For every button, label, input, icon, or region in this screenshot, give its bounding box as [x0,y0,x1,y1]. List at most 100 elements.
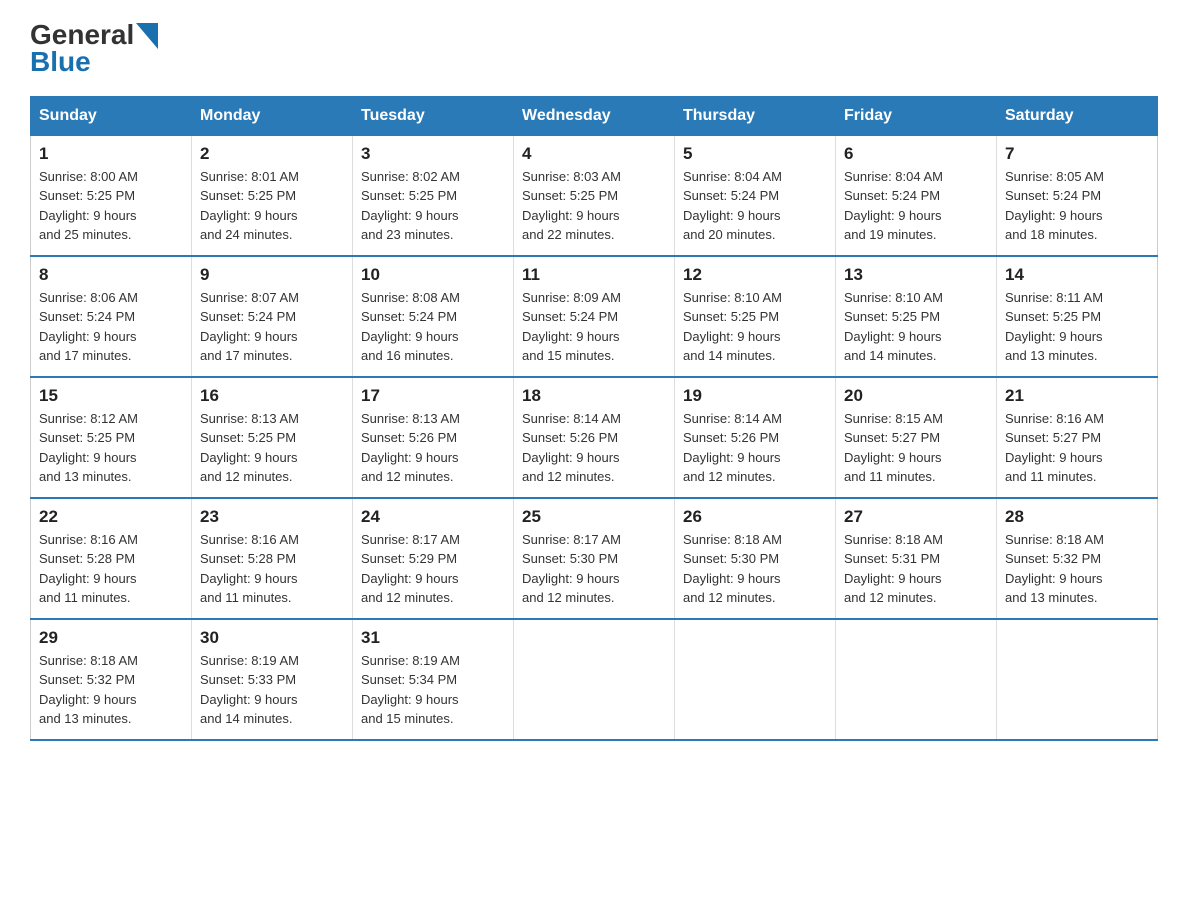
day-number: 28 [1005,507,1149,527]
calendar-cell: 26 Sunrise: 8:18 AMSunset: 5:30 PMDaylig… [675,498,836,619]
day-number: 1 [39,144,183,164]
calendar-cell: 17 Sunrise: 8:13 AMSunset: 5:26 PMDaylig… [353,377,514,498]
logo-triangle-icon [136,23,158,49]
calendar-cell: 16 Sunrise: 8:13 AMSunset: 5:25 PMDaylig… [192,377,353,498]
calendar-cell: 11 Sunrise: 8:09 AMSunset: 5:24 PMDaylig… [514,256,675,377]
calendar-cell: 8 Sunrise: 8:06 AMSunset: 5:24 PMDayligh… [31,256,192,377]
day-number: 27 [844,507,988,527]
day-info: Sunrise: 8:14 AMSunset: 5:26 PMDaylight:… [522,411,621,485]
calendar-cell: 2 Sunrise: 8:01 AMSunset: 5:25 PMDayligh… [192,135,353,256]
day-info: Sunrise: 8:01 AMSunset: 5:25 PMDaylight:… [200,169,299,243]
day-number: 23 [200,507,344,527]
header-sunday: Sunday [31,96,192,135]
day-info: Sunrise: 8:18 AMSunset: 5:32 PMDaylight:… [1005,532,1104,606]
day-number: 17 [361,386,505,406]
logo: General Blue [30,20,158,78]
header-tuesday: Tuesday [353,96,514,135]
calendar-cell: 24 Sunrise: 8:17 AMSunset: 5:29 PMDaylig… [353,498,514,619]
day-number: 25 [522,507,666,527]
calendar-cell: 19 Sunrise: 8:14 AMSunset: 5:26 PMDaylig… [675,377,836,498]
day-number: 8 [39,265,183,285]
calendar-cell: 25 Sunrise: 8:17 AMSunset: 5:30 PMDaylig… [514,498,675,619]
logo-blue-text: Blue [30,47,158,78]
day-info: Sunrise: 8:19 AMSunset: 5:33 PMDaylight:… [200,653,299,727]
day-info: Sunrise: 8:03 AMSunset: 5:25 PMDaylight:… [522,169,621,243]
day-info: Sunrise: 8:18 AMSunset: 5:30 PMDaylight:… [683,532,782,606]
day-number: 13 [844,265,988,285]
day-info: Sunrise: 8:10 AMSunset: 5:25 PMDaylight:… [844,290,943,364]
week-row-5: 29 Sunrise: 8:18 AMSunset: 5:32 PMDaylig… [31,619,1158,740]
day-info: Sunrise: 8:08 AMSunset: 5:24 PMDaylight:… [361,290,460,364]
day-number: 4 [522,144,666,164]
day-info: Sunrise: 8:16 AMSunset: 5:28 PMDaylight:… [39,532,138,606]
day-info: Sunrise: 8:17 AMSunset: 5:29 PMDaylight:… [361,532,460,606]
day-number: 22 [39,507,183,527]
day-info: Sunrise: 8:18 AMSunset: 5:31 PMDaylight:… [844,532,943,606]
calendar-cell: 20 Sunrise: 8:15 AMSunset: 5:27 PMDaylig… [836,377,997,498]
calendar-cell: 29 Sunrise: 8:18 AMSunset: 5:32 PMDaylig… [31,619,192,740]
day-number: 18 [522,386,666,406]
day-number: 26 [683,507,827,527]
day-number: 12 [683,265,827,285]
calendar-table: SundayMondayTuesdayWednesdayThursdayFrid… [30,96,1158,741]
calendar-cell: 30 Sunrise: 8:19 AMSunset: 5:33 PMDaylig… [192,619,353,740]
calendar-cell: 6 Sunrise: 8:04 AMSunset: 5:24 PMDayligh… [836,135,997,256]
header-saturday: Saturday [997,96,1158,135]
day-number: 9 [200,265,344,285]
day-number: 3 [361,144,505,164]
day-info: Sunrise: 8:12 AMSunset: 5:25 PMDaylight:… [39,411,138,485]
day-number: 11 [522,265,666,285]
day-number: 29 [39,628,183,648]
day-info: Sunrise: 8:10 AMSunset: 5:25 PMDaylight:… [683,290,782,364]
week-row-2: 8 Sunrise: 8:06 AMSunset: 5:24 PMDayligh… [31,256,1158,377]
day-number: 14 [1005,265,1149,285]
day-info: Sunrise: 8:14 AMSunset: 5:26 PMDaylight:… [683,411,782,485]
day-info: Sunrise: 8:09 AMSunset: 5:24 PMDaylight:… [522,290,621,364]
day-number: 19 [683,386,827,406]
day-info: Sunrise: 8:15 AMSunset: 5:27 PMDaylight:… [844,411,943,485]
day-info: Sunrise: 8:04 AMSunset: 5:24 PMDaylight:… [844,169,943,243]
calendar-cell: 28 Sunrise: 8:18 AMSunset: 5:32 PMDaylig… [997,498,1158,619]
day-number: 31 [361,628,505,648]
day-number: 15 [39,386,183,406]
calendar-cell: 14 Sunrise: 8:11 AMSunset: 5:25 PMDaylig… [997,256,1158,377]
day-info: Sunrise: 8:11 AMSunset: 5:25 PMDaylight:… [1005,290,1103,364]
calendar-cell [836,619,997,740]
calendar-cell [675,619,836,740]
calendar-cell: 9 Sunrise: 8:07 AMSunset: 5:24 PMDayligh… [192,256,353,377]
calendar-cell [997,619,1158,740]
calendar-cell: 13 Sunrise: 8:10 AMSunset: 5:25 PMDaylig… [836,256,997,377]
calendar-cell: 3 Sunrise: 8:02 AMSunset: 5:25 PMDayligh… [353,135,514,256]
week-row-1: 1 Sunrise: 8:00 AMSunset: 5:25 PMDayligh… [31,135,1158,256]
calendar-cell: 7 Sunrise: 8:05 AMSunset: 5:24 PMDayligh… [997,135,1158,256]
calendar-cell: 1 Sunrise: 8:00 AMSunset: 5:25 PMDayligh… [31,135,192,256]
calendar-cell: 21 Sunrise: 8:16 AMSunset: 5:27 PMDaylig… [997,377,1158,498]
header-wednesday: Wednesday [514,96,675,135]
day-info: Sunrise: 8:13 AMSunset: 5:25 PMDaylight:… [200,411,299,485]
calendar-cell: 31 Sunrise: 8:19 AMSunset: 5:34 PMDaylig… [353,619,514,740]
day-number: 10 [361,265,505,285]
day-info: Sunrise: 8:16 AMSunset: 5:27 PMDaylight:… [1005,411,1104,485]
header-friday: Friday [836,96,997,135]
day-info: Sunrise: 8:17 AMSunset: 5:30 PMDaylight:… [522,532,621,606]
day-number: 7 [1005,144,1149,164]
day-info: Sunrise: 8:19 AMSunset: 5:34 PMDaylight:… [361,653,460,727]
week-row-4: 22 Sunrise: 8:16 AMSunset: 5:28 PMDaylig… [31,498,1158,619]
calendar-cell: 4 Sunrise: 8:03 AMSunset: 5:25 PMDayligh… [514,135,675,256]
day-number: 2 [200,144,344,164]
calendar-cell: 23 Sunrise: 8:16 AMSunset: 5:28 PMDaylig… [192,498,353,619]
calendar-cell: 27 Sunrise: 8:18 AMSunset: 5:31 PMDaylig… [836,498,997,619]
day-info: Sunrise: 8:18 AMSunset: 5:32 PMDaylight:… [39,653,138,727]
day-info: Sunrise: 8:04 AMSunset: 5:24 PMDaylight:… [683,169,782,243]
header-thursday: Thursday [675,96,836,135]
day-number: 6 [844,144,988,164]
day-info: Sunrise: 8:16 AMSunset: 5:28 PMDaylight:… [200,532,299,606]
calendar-cell: 12 Sunrise: 8:10 AMSunset: 5:25 PMDaylig… [675,256,836,377]
day-number: 20 [844,386,988,406]
day-number: 24 [361,507,505,527]
page-header: General Blue [30,20,1158,78]
day-info: Sunrise: 8:07 AMSunset: 5:24 PMDaylight:… [200,290,299,364]
calendar-cell: 5 Sunrise: 8:04 AMSunset: 5:24 PMDayligh… [675,135,836,256]
day-number: 21 [1005,386,1149,406]
day-number: 16 [200,386,344,406]
